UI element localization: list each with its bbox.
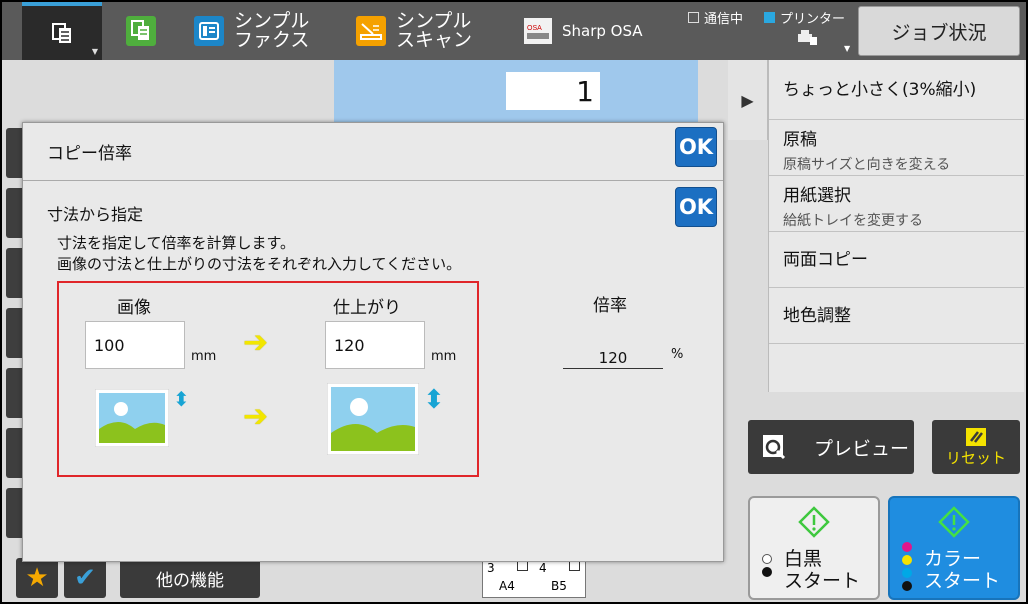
bw-start-button[interactable]: 白黒 スタート: [748, 496, 880, 600]
copies-input[interactable]: 1: [506, 72, 600, 110]
bw-start-line1: 白黒: [784, 548, 823, 570]
dropdown-corner-icon: ▼: [91, 47, 98, 56]
side-item-label: 原稿: [783, 130, 817, 150]
dialog-description: 寸法を指定して倍率を計算します。 画像の寸法と仕上がりの寸法をそれぞれ入力してく…: [57, 233, 461, 275]
reset-button[interactable]: リセット: [932, 420, 1020, 474]
sharp-osa-button[interactable]: OSA Sharp OSA: [524, 2, 643, 60]
comm-status-label: 通信中: [704, 12, 744, 27]
description-line1: 寸法を指定して倍率を計算します。: [57, 234, 296, 252]
ok-sub-button[interactable]: OK: [675, 187, 717, 227]
dialog-title: コピー倍率: [47, 144, 132, 164]
color-start-line2: スタート: [924, 570, 1001, 592]
copy-app-icon: [126, 16, 156, 46]
ratio-unit: %: [671, 347, 684, 362]
ok-button[interactable]: OK: [675, 127, 717, 167]
tray1-size: A4: [499, 579, 515, 593]
side-item-background-adjust[interactable]: 地色調整: [769, 288, 1024, 344]
tray2-number: 4: [539, 561, 547, 575]
reset-icon: [966, 427, 986, 446]
printer-icon[interactable]: ▼: [796, 28, 850, 53]
tray2-size: B5: [551, 579, 567, 593]
color-start-button[interactable]: カラー スタート: [888, 496, 1020, 600]
image-size-label: 画像: [117, 298, 151, 318]
side-item-reduce[interactable]: ちょっと小さく(3%縮小): [769, 60, 1024, 120]
side-item-paper-select[interactable]: 用紙選択 給紙トレイを変更する: [769, 176, 1024, 232]
side-item-label: ちょっと小さく(3%縮小): [783, 79, 977, 100]
side-item-label: 地色調整: [783, 305, 851, 326]
copy-mode-icon: [52, 23, 71, 43]
osa-app-icon: OSA: [524, 18, 552, 44]
dialog-subtitle: 寸法から指定: [47, 205, 144, 224]
image-size-input[interactable]: 100: [85, 321, 185, 369]
preview-icon: [763, 435, 786, 460]
description-line2: 画像の寸法と仕上がりの寸法をそれぞれ入力してください。: [57, 255, 462, 273]
fax-app-icon: [194, 16, 224, 46]
finish-size-input[interactable]: 120: [325, 321, 425, 369]
dialog-header: コピー倍率: [23, 123, 723, 181]
copies-area: 部数 1: [334, 60, 698, 122]
side-panel: ちょっと小さく(3%縮小) 原稿 原稿サイズと向きを変える 用紙選択 給紙トレイ…: [768, 60, 1024, 392]
bottom-left-buttons: ★ ✔: [16, 558, 106, 598]
printer-status-label: プリンター: [780, 12, 846, 27]
simple-copy-button[interactable]: [126, 2, 156, 60]
arrow-right-icon: ➔: [243, 325, 269, 360]
preview-button[interactable]: プレビュー: [748, 420, 914, 474]
finish-unit-label: mm: [431, 349, 457, 364]
other-functions-button[interactable]: 他の機能: [120, 558, 260, 598]
vertical-arrow-icon: ⬍: [173, 387, 190, 411]
finish-size-label: 仕上がり: [333, 298, 401, 318]
job-status-button[interactable]: ジョブ状況: [858, 6, 1020, 56]
preview-label: プレビュー: [814, 437, 910, 460]
top-bar: ▼ シンプル ファクス シンプル スキャン OSA Sharp OSA 通信中 …: [2, 2, 1026, 60]
color-dots-icon: [902, 542, 912, 591]
panel-expand-icon: ▶: [741, 90, 754, 110]
fax-app-label: シンプル ファクス: [234, 10, 310, 51]
dimensions-box: 画像 100 mm ➔ 仕上がり 120 mm ⬍ ➔ ⬍: [57, 281, 479, 477]
image-unit-label: mm: [191, 349, 217, 364]
printer-indicator-icon: [764, 12, 775, 23]
side-item-original[interactable]: 原稿 原稿サイズと向きを変える: [769, 120, 1024, 176]
osa-app-label: Sharp OSA: [562, 21, 643, 40]
ratio-value: 120: [563, 349, 663, 369]
side-item-label: 両面コピー: [783, 249, 868, 270]
bw-dots-icon: [762, 554, 772, 577]
home-button[interactable]: ▼: [22, 2, 102, 60]
tray-indicator: 3 A4 4 B5: [482, 558, 586, 598]
color-start-line1: カラー: [924, 548, 982, 570]
checkmark-icon[interactable]: ✔: [64, 558, 106, 598]
simple-fax-button[interactable]: シンプル ファクス: [194, 2, 309, 60]
svg-text:OSA: OSA: [527, 25, 542, 32]
finished-image-icon: [327, 383, 419, 455]
simple-scan-button[interactable]: シンプル スキャン: [356, 2, 472, 60]
side-item-sublabel: 給紙トレイを変更する: [783, 213, 923, 229]
scan-app-icon: [356, 16, 386, 46]
comm-status: 通信中: [688, 8, 743, 27]
scan-app-label: シンプル スキャン: [396, 10, 473, 51]
printer-dropdown-icon: ▼: [844, 44, 851, 53]
start-diamond-icon: [938, 506, 970, 538]
favorite-star-icon[interactable]: ★: [16, 558, 58, 598]
ratio-label: 倍率: [593, 296, 627, 316]
copier-screen: ▼ シンプル ファクス シンプル スキャン OSA Sharp OSA 通信中 …: [2, 2, 1026, 602]
side-panel-toggle[interactable]: ▶: [728, 60, 768, 140]
comm-indicator-icon: [688, 12, 699, 23]
bw-start-line2: スタート: [784, 570, 861, 592]
status-area: 通信中 プリンター ▼: [684, 6, 858, 60]
printer-status: プリンター: [764, 8, 845, 27]
side-item-duplex[interactable]: 両面コピー: [769, 232, 1024, 288]
arrow-right-icon: ➔: [243, 399, 269, 434]
original-image-icon: [95, 389, 169, 447]
copy-ratio-dialog: コピー倍率 OK OK 寸法から指定 寸法を指定して倍率を計算します。 画像の寸…: [22, 122, 724, 562]
side-item-label: 用紙選択: [783, 186, 851, 206]
side-item-sublabel: 原稿サイズと向きを変える: [783, 157, 951, 173]
reset-label: リセット: [945, 448, 1006, 467]
vertical-arrow-icon: ⬍: [423, 385, 445, 415]
start-diamond-icon: [798, 506, 830, 538]
tray1-number: 3: [487, 561, 495, 575]
